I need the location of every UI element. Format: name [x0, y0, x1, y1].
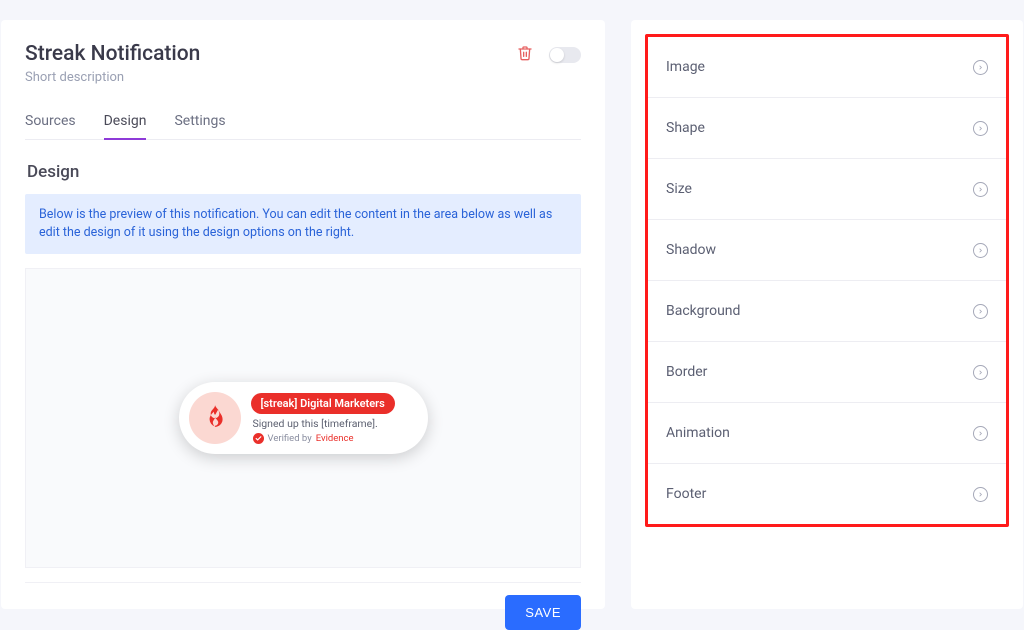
design-options-panel: Image Shape Size Shadow Background Borde… — [631, 20, 1023, 609]
page-title: Streak Notification — [25, 42, 517, 66]
tabs: Sources Design Settings — [25, 113, 581, 140]
notification-footer: Verified by Evidence — [251, 433, 406, 444]
option-footer[interactable]: Footer — [648, 464, 1006, 524]
option-label: Size — [666, 181, 692, 197]
option-animation[interactable]: Animation — [648, 403, 1006, 464]
save-button[interactable]: SAVE — [505, 595, 581, 630]
chevron-right-icon — [973, 487, 988, 502]
tab-settings[interactable]: Settings — [174, 113, 225, 139]
delete-icon[interactable] — [517, 44, 533, 66]
option-label: Shape — [666, 120, 705, 136]
option-shadow[interactable]: Shadow — [648, 220, 1006, 281]
option-label: Animation — [666, 425, 730, 441]
flame-icon — [202, 403, 228, 433]
option-border[interactable]: Border — [648, 342, 1006, 403]
section-heading: Design — [27, 162, 581, 182]
chevron-right-icon — [973, 426, 988, 441]
footer-actions: SAVE — [25, 582, 581, 630]
option-image[interactable]: Image — [648, 37, 1006, 98]
option-label: Background — [666, 303, 740, 319]
page-subtitle: Short description — [25, 70, 517, 85]
design-options-accordion: Image Shape Size Shadow Background Borde… — [645, 34, 1009, 527]
tab-design[interactable]: Design — [104, 113, 147, 139]
main-panel: Streak Notification Short description So… — [1, 20, 605, 609]
verified-check-icon — [253, 433, 264, 444]
chevron-right-icon — [973, 365, 988, 380]
verified-brand: Evidence — [316, 433, 354, 444]
chevron-right-icon — [973, 304, 988, 319]
option-shape[interactable]: Shape — [648, 98, 1006, 159]
notification-subtext[interactable]: Signed up this [timeframe]. — [251, 417, 406, 430]
notification-headline[interactable]: [streak] Digital Marketers — [251, 393, 395, 414]
chevron-right-icon — [973, 243, 988, 258]
option-background[interactable]: Background — [648, 281, 1006, 342]
option-label: Border — [666, 364, 707, 380]
option-size[interactable]: Size — [648, 159, 1006, 220]
info-banner: Below is the preview of this notificatio… — [25, 194, 581, 254]
option-label: Shadow — [666, 242, 716, 258]
notification-body: [streak] Digital Marketers Signed up thi… — [251, 393, 406, 444]
chevron-right-icon — [973, 60, 988, 75]
chevron-right-icon — [973, 121, 988, 136]
tab-sources[interactable]: Sources — [25, 113, 76, 139]
verified-prefix: Verified by — [268, 433, 312, 444]
option-label: Image — [666, 59, 705, 75]
option-label: Footer — [666, 486, 706, 502]
header: Streak Notification Short description — [25, 42, 581, 85]
chevron-right-icon — [973, 182, 988, 197]
preview-area: [streak] Digital Marketers Signed up thi… — [25, 268, 581, 568]
notification-preview[interactable]: [streak] Digital Marketers Signed up thi… — [179, 382, 428, 454]
enable-toggle[interactable] — [549, 47, 581, 63]
notification-avatar — [189, 392, 241, 444]
